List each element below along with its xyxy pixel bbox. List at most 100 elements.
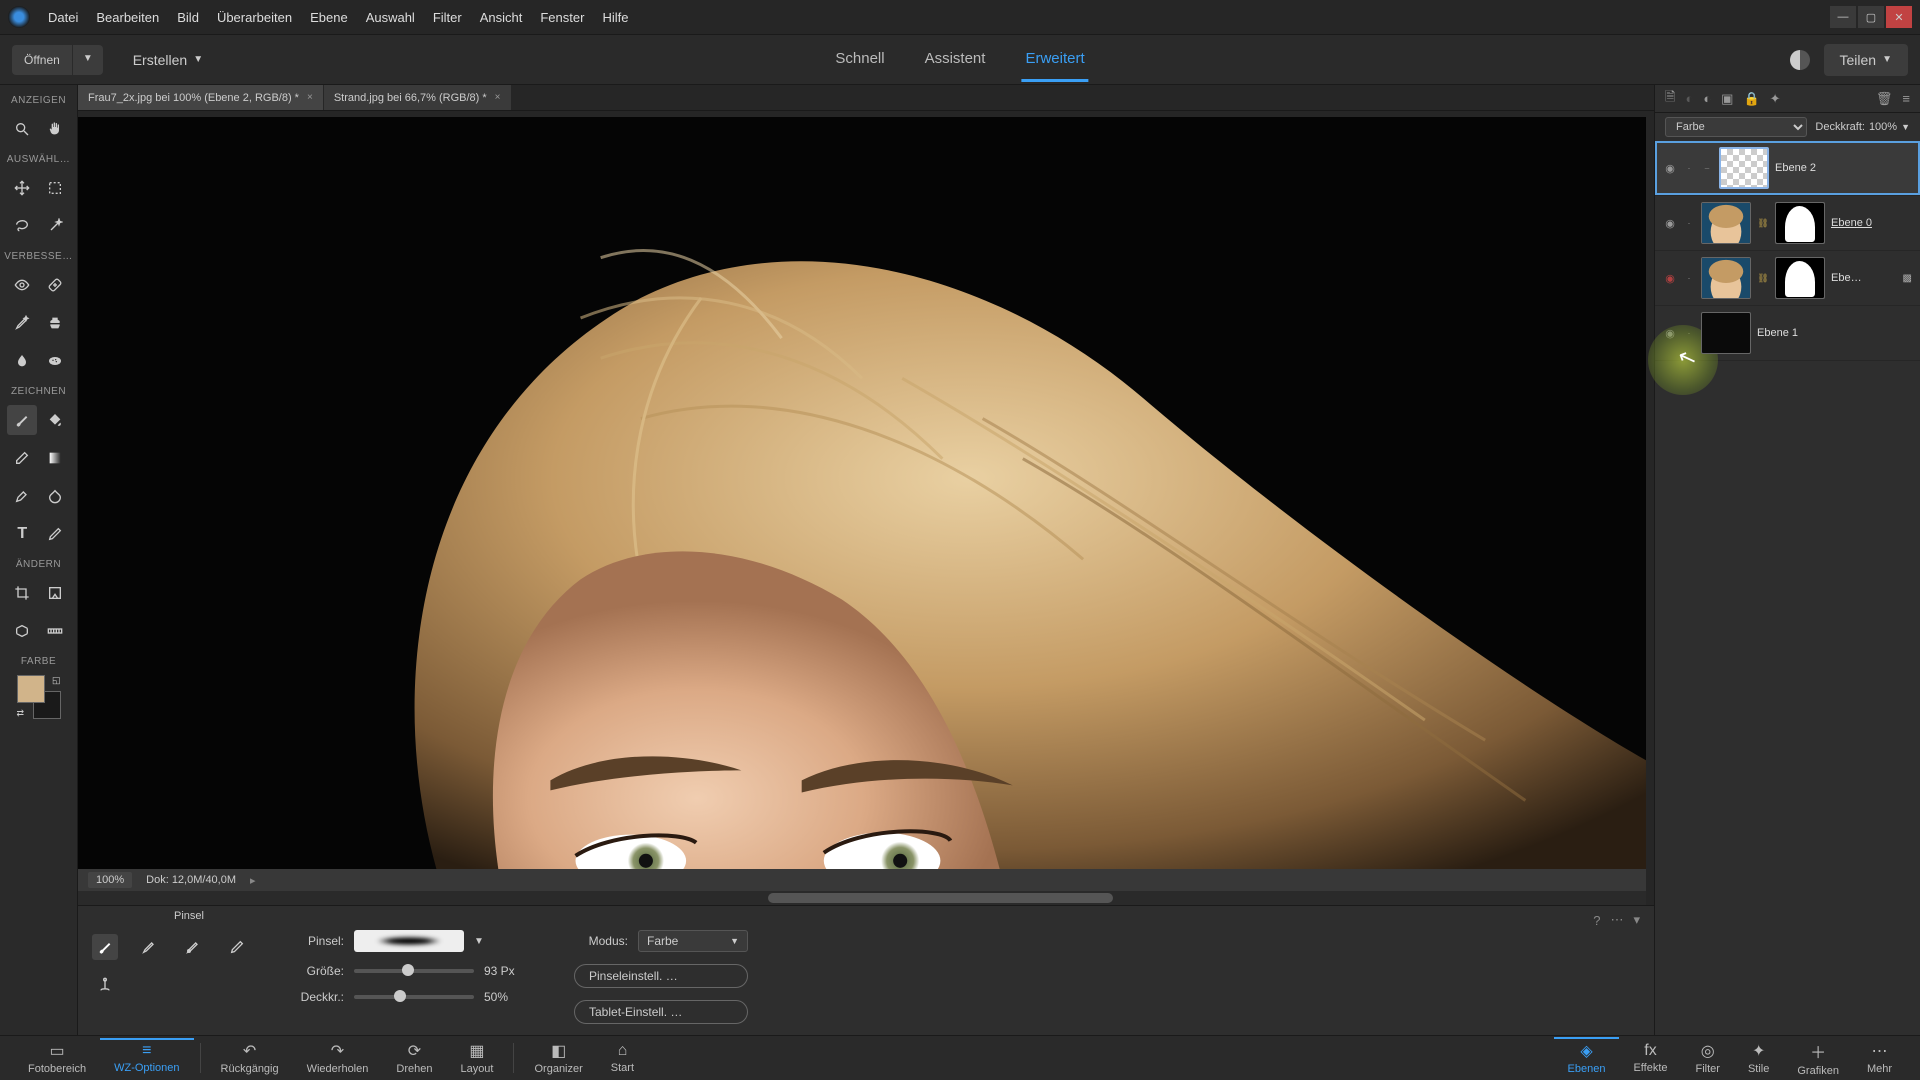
mask-icon[interactable]: ▣ <box>1721 91 1733 107</box>
visibility-toggle-icon[interactable]: ◉ <box>1663 217 1677 230</box>
brush-variant-color-replace[interactable] <box>180 934 206 960</box>
brush-preview[interactable] <box>354 930 464 952</box>
layer-mask-thumbnail[interactable] <box>1775 202 1825 244</box>
link-icon[interactable]: ⎯ <box>1701 163 1713 174</box>
move-tool[interactable] <box>7 173 37 203</box>
recompose-tool[interactable] <box>40 578 70 608</box>
layer-thumbnail[interactable] <box>1701 202 1751 244</box>
layer-name[interactable]: Ebene 0 <box>1831 217 1912 229</box>
bb-effects[interactable]: fxEffekte <box>1619 1040 1681 1076</box>
share-button[interactable]: Teilen ▼ <box>1824 44 1909 76</box>
lock-indicator-icon[interactable]: · <box>1683 218 1695 228</box>
layer-thumbnail[interactable] <box>1701 257 1751 299</box>
zoom-tool[interactable] <box>7 114 37 144</box>
menu-hilfe[interactable]: Hilfe <box>602 10 628 25</box>
sponge-tool[interactable] <box>40 346 70 376</box>
brush-variant-mixer[interactable] <box>92 972 118 998</box>
menu-ansicht[interactable]: Ansicht <box>480 10 523 25</box>
bb-styles[interactable]: ✦Stile <box>1734 1039 1783 1077</box>
opacity-value[interactable]: 50% <box>484 990 534 1004</box>
layer-row[interactable]: ◉ · ⎯ Ebene 2 <box>1655 141 1920 196</box>
color-swatches[interactable]: ◱ ⇄ <box>17 675 61 719</box>
close-tab-icon[interactable]: × <box>307 92 313 103</box>
smart-brush-tool[interactable] <box>7 308 37 338</box>
tablet-settings-button[interactable]: Tablet-Einstell. … <box>574 1000 748 1024</box>
hand-tool[interactable] <box>40 114 70 144</box>
menu-bild[interactable]: Bild <box>177 10 199 25</box>
swap-colors-icon[interactable]: ⇄ <box>17 708 25 719</box>
panel-menu-icon[interactable]: ≡ <box>1902 91 1910 106</box>
gradient-tool[interactable] <box>40 443 70 473</box>
lock-indicator-icon[interactable]: · <box>1683 163 1695 173</box>
brush-variant-pencil[interactable] <box>224 934 250 960</box>
bb-redo[interactable]: ↷Wiederholen <box>293 1039 383 1077</box>
lasso-tool[interactable] <box>7 211 37 241</box>
theme-toggle-icon[interactable] <box>1790 50 1810 70</box>
open-button[interactable]: Öffnen ▼ <box>12 45 103 75</box>
brush-variant-brush[interactable] <box>92 934 118 960</box>
close-tab-icon[interactable]: × <box>495 92 501 103</box>
mode-select[interactable]: Farbe ▼ <box>638 930 748 952</box>
layer-name[interactable]: Ebe… <box>1831 272 1897 284</box>
size-value[interactable]: 93 Px <box>484 964 534 978</box>
tab-guided[interactable]: Assistent <box>921 38 990 82</box>
link-icon[interactable]: ⛓ <box>1757 218 1769 229</box>
menu-bearbeiten[interactable]: Bearbeiten <box>96 10 159 25</box>
layer-row[interactable]: ◉ · ⛓ Ebe… ▩ <box>1655 251 1920 306</box>
bb-photobin[interactable]: ▭Fotobereich <box>14 1039 100 1077</box>
create-button[interactable]: Erstellen ▼ <box>117 44 219 76</box>
straighten-tool[interactable] <box>40 616 70 646</box>
minimize-button[interactable]: — <box>1830 6 1856 28</box>
menu-ebene[interactable]: Ebene <box>310 10 348 25</box>
bb-more[interactable]: ⋯Mehr <box>1853 1039 1906 1077</box>
brush-tool[interactable] <box>7 405 37 435</box>
help-icon[interactable]: ? <box>1593 913 1600 928</box>
open-chevron-icon[interactable]: ▼ <box>72 45 103 75</box>
bb-rotate[interactable]: ⟳Drehen <box>382 1039 446 1077</box>
content-aware-move-tool[interactable] <box>7 616 37 646</box>
maximize-button[interactable]: ▢ <box>1858 6 1884 28</box>
bb-organizer[interactable]: ◧Organizer <box>520 1039 596 1077</box>
bb-layers[interactable]: ◈Ebenen <box>1554 1037 1620 1077</box>
layer-thumbnail[interactable] <box>1701 312 1751 354</box>
doc-tab-1[interactable]: Frau7_2x.jpg bei 100% (Ebene 2, RGB/8) *… <box>78 85 324 110</box>
blend-mode-select[interactable]: Farbe <box>1665 117 1807 137</box>
clone-stamp-tool[interactable] <box>40 308 70 338</box>
bb-filters[interactable]: ◎Filter <box>1682 1039 1734 1077</box>
close-button[interactable]: ✕ <box>1886 6 1912 28</box>
bb-layout[interactable]: ▦Layout <box>446 1039 507 1077</box>
visibility-toggle-icon[interactable]: ◉ <box>1663 327 1677 340</box>
layer-row[interactable]: ◉ · ⛓ Ebene 0 <box>1655 196 1920 251</box>
foreground-swatch[interactable] <box>17 675 45 703</box>
lock-icon[interactable]: 🔒 <box>1743 91 1759 107</box>
status-caret-icon[interactable]: ▸ <box>250 874 256 887</box>
marquee-tool[interactable] <box>40 173 70 203</box>
delete-layer-icon[interactable]: 🗑 <box>1876 91 1893 107</box>
scrollbar-thumb[interactable] <box>768 893 1113 903</box>
eye-tool[interactable] <box>7 270 37 300</box>
lock-indicator-icon[interactable]: · <box>1683 328 1695 338</box>
bb-tool-options[interactable]: ≡WZ-Optionen <box>100 1038 193 1076</box>
layer-name[interactable]: Ebene 2 <box>1775 162 1912 174</box>
crop-tool[interactable] <box>7 578 37 608</box>
default-colors-icon[interactable]: ◱ <box>52 675 61 686</box>
link-icon[interactable]: ⛓ <box>1757 273 1769 284</box>
fx-badge-icon[interactable]: ▩ <box>1903 273 1912 284</box>
blur-tool[interactable] <box>7 346 37 376</box>
fx-icon[interactable]: ✦ <box>1770 91 1781 107</box>
pencil-tool[interactable] <box>40 519 70 549</box>
eraser-tool[interactable] <box>7 443 37 473</box>
menu-datei[interactable]: Datei <box>48 10 78 25</box>
opacity-slider[interactable] <box>354 995 474 999</box>
horizontal-scrollbar[interactable] <box>78 891 1646 905</box>
layer-name[interactable]: Ebene 1 <box>1757 327 1912 339</box>
doc-tab-2[interactable]: Strand.jpg bei 66,7% (RGB/8) * × <box>324 85 512 110</box>
eyedropper-tool[interactable] <box>7 481 37 511</box>
menu-fenster[interactable]: Fenster <box>540 10 584 25</box>
menu-ueberarbeiten[interactable]: Überarbeiten <box>217 10 292 25</box>
bb-graphics[interactable]: ＋Grafiken <box>1783 1037 1853 1079</box>
menu-auswahl[interactable]: Auswahl <box>366 10 415 25</box>
canvas-viewport[interactable] <box>78 117 1646 869</box>
shape-tool[interactable] <box>40 481 70 511</box>
layer-thumbnail[interactable] <box>1719 147 1769 189</box>
